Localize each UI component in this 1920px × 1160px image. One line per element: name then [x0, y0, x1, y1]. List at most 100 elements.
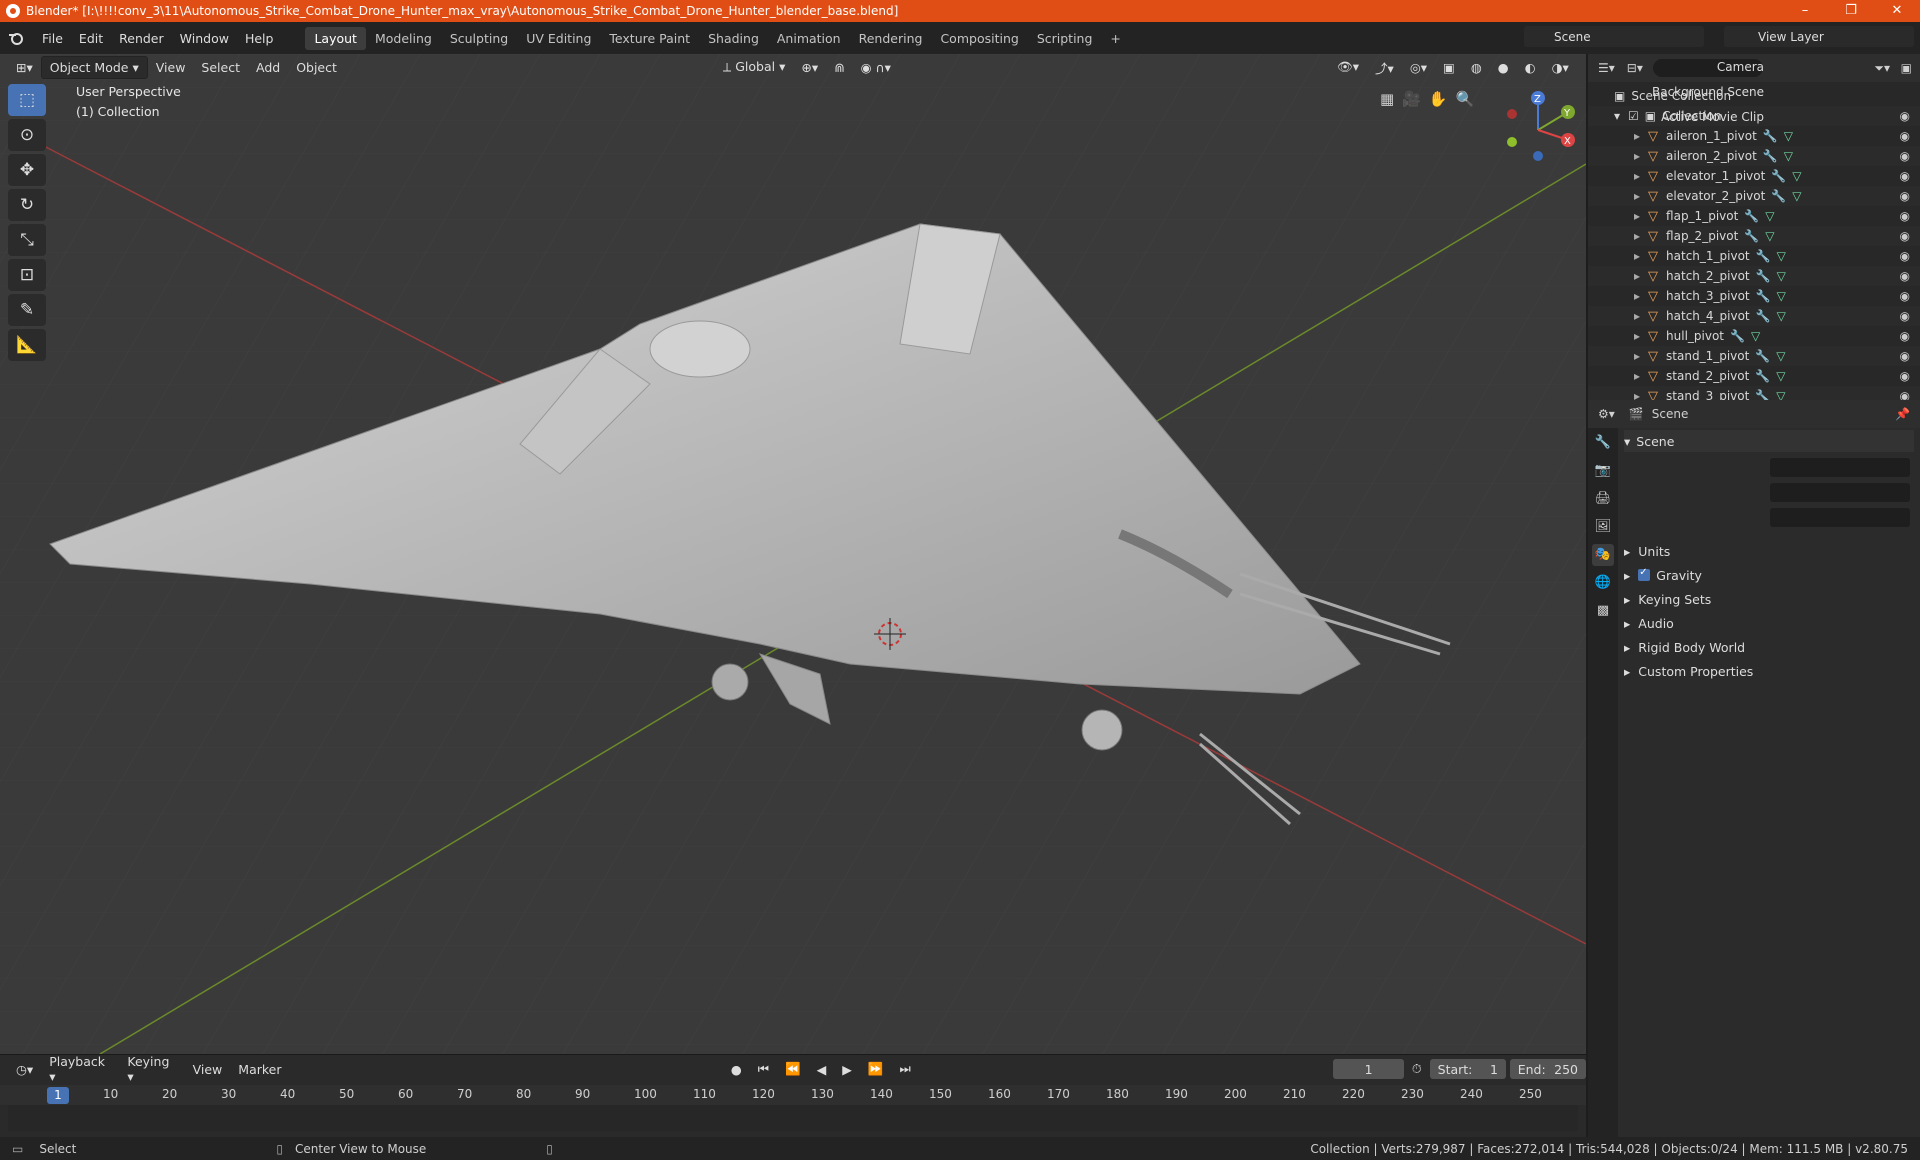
tool-tab-icon[interactable]: 🔧 [1592, 432, 1614, 454]
close-button[interactable]: ✕ [1874, 0, 1920, 22]
eye-icon[interactable]: ◉ [1900, 149, 1910, 163]
camera-field[interactable] [1770, 458, 1910, 477]
overlay-toggle-icon[interactable]: ◎▾ [1402, 57, 1435, 78]
restore-button[interactable]: ❐ [1828, 0, 1874, 22]
scene-tab-icon[interactable]: 🎭 [1592, 544, 1614, 566]
outliner-object-row[interactable]: ▸ ▽ aileron_1_pivot 🔧 ▽ ◉ [1588, 126, 1920, 146]
expand-icon[interactable]: ▸ [1634, 349, 1640, 363]
outliner-object-row[interactable]: ▸ ▽ hatch_4_pivot 🔧 ▽ ◉ [1588, 306, 1920, 326]
preview-range-icon[interactable]: ⏱ [1404, 1058, 1430, 1080]
expand-icon[interactable]: ▸ [1634, 169, 1640, 183]
expand-icon[interactable]: ▸ [1634, 249, 1640, 263]
eye-icon[interactable]: ◉ [1900, 249, 1910, 263]
annotate-tool-icon[interactable]: ✎ [8, 294, 46, 326]
menu-help[interactable]: Help [237, 31, 282, 46]
current-frame-field[interactable]: 1 [1333, 1059, 1404, 1079]
scene-selector[interactable]: Scene [1524, 26, 1704, 47]
cursor-tool-icon[interactable]: ⊙ [8, 119, 46, 151]
texture-tab-icon[interactable]: ▩ [1592, 600, 1614, 622]
outliner-object-row[interactable]: ▸ ▽ elevator_1_pivot 🔧 ▽ ◉ [1588, 166, 1920, 186]
outliner-object-row[interactable]: ▸ ▽ flap_2_pivot 🔧 ▽ ◉ [1588, 226, 1920, 246]
timeline-track[interactable] [8, 1105, 1578, 1131]
movie-clip-field[interactable] [1770, 508, 1910, 527]
expand-icon[interactable]: ▸ [1634, 149, 1640, 163]
expand-icon[interactable]: ▸ [1634, 269, 1640, 283]
proportional-edit-icon[interactable]: ◉ ∩▾ [853, 57, 899, 78]
menu-file[interactable]: File [34, 31, 71, 46]
tab-shading[interactable]: Shading [699, 27, 768, 50]
jump-start-icon[interactable]: ⏮ [750, 1058, 777, 1080]
tab-animation[interactable]: Animation [768, 27, 850, 50]
outliner-object-row[interactable]: ▸ ▽ hatch_3_pivot 🔧 ▽ ◉ [1588, 286, 1920, 306]
outliner-object-row[interactable]: ▸ ▽ stand_1_pivot 🔧 ▽ ◉ [1588, 346, 1920, 366]
outliner-object-row[interactable]: ▸ ▽ hull_pivot 🔧 ▽ ◉ [1588, 326, 1920, 346]
menu-object[interactable]: Object [288, 57, 345, 78]
3d-viewport[interactable]: ⊞▾ Object Mode ▾ View Select Add Object … [0, 54, 1586, 1054]
output-tab-icon[interactable]: 🖨 [1592, 488, 1614, 510]
transform-tool-icon[interactable]: ⊡ [8, 259, 46, 291]
scale-tool-icon[interactable]: ⤡ [8, 224, 46, 256]
eye-icon[interactable]: ◉ [1900, 269, 1910, 283]
pivot-icon[interactable]: ⊕▾ [793, 57, 826, 78]
visibility-icon[interactable]: 👁▾ [1329, 56, 1367, 78]
tab-rendering[interactable]: Rendering [850, 27, 932, 50]
outliner-object-row[interactable]: ▸ ▽ flap_1_pivot 🔧 ▽ ◉ [1588, 206, 1920, 226]
toggle-ortho-icon[interactable]: ▦ [1380, 90, 1394, 108]
pin-icon[interactable]: 📌 [1895, 407, 1910, 421]
eye-icon[interactable]: ◉ [1900, 349, 1910, 363]
menu-marker[interactable]: Marker [230, 1059, 289, 1080]
timeline-ruler[interactable]: 10 20 30 40 50 60 70 80 90 100 110 120 130 140 150 160 1… [0, 1085, 1586, 1105]
tab-layout[interactable]: Layout [305, 26, 366, 50]
shading-solid-icon[interactable]: ● [1490, 57, 1517, 78]
jump-end-icon[interactable]: ⏭ [891, 1058, 918, 1080]
outliner-object-row[interactable]: ▸ ▽ stand_2_pivot 🔧 ▽ ◉ [1588, 366, 1920, 386]
outliner-object-row[interactable]: ▸ ▽ aileron_2_pivot 🔧 ▽ ◉ [1588, 146, 1920, 166]
expand-icon[interactable]: ▸ [1634, 229, 1640, 243]
filter-icon[interactable]: ⏷▾ [1874, 61, 1890, 76]
scene-panel-header[interactable]: ▾ Scene [1624, 430, 1914, 452]
gizmo-toggle-icon[interactable]: ⤴▾ [1367, 55, 1402, 80]
gravity-checkbox[interactable] [1638, 567, 1651, 581]
timeline-editor-type-icon[interactable]: ◷▾ [8, 1059, 41, 1080]
tab-sculpting[interactable]: Sculpting [441, 27, 517, 50]
xray-icon[interactable]: ▣ [1435, 57, 1463, 78]
blender-menu-icon[interactable] [8, 30, 24, 46]
property-section[interactable]: ▸ Keying Sets [1624, 588, 1914, 610]
property-section[interactable]: ▸ Gravity [1624, 564, 1914, 586]
eye-icon[interactable]: ◉ [1900, 189, 1910, 203]
minimize-button[interactable]: – [1782, 0, 1828, 22]
play-icon[interactable]: ▶ [834, 1059, 860, 1080]
tab-uv-editing[interactable]: UV Editing [517, 27, 600, 50]
playhead-frame-label[interactable]: 1 [47, 1087, 69, 1104]
shading-wireframe-icon[interactable]: ◍ [1463, 57, 1490, 78]
transform-orientation-dropdown[interactable]: ⟂ Global ▾ [715, 56, 793, 78]
property-section[interactable]: ▸ Custom Properties [1624, 660, 1914, 682]
expand-icon[interactable]: ▸ [1634, 369, 1640, 383]
navigation-gizmo[interactable]: Z Y X [1498, 90, 1578, 170]
play-reverse-icon[interactable]: ◀ [809, 1059, 835, 1080]
outliner-object-row[interactable]: ▸ ▽ hatch_2_pivot 🔧 ▽ ◉ [1588, 266, 1920, 286]
shading-material-icon[interactable]: ◐ [1517, 57, 1544, 78]
property-section[interactable]: ▸ Audio [1624, 612, 1914, 634]
shading-rendered-icon[interactable]: ◑▾ [1544, 57, 1577, 78]
outliner-object-row[interactable]: ▸ ▽ elevator_2_pivot 🔧 ▽ ◉ [1588, 186, 1920, 206]
property-section[interactable]: ▸ Rigid Body World [1624, 636, 1914, 658]
tab-modeling[interactable]: Modeling [366, 27, 441, 50]
outliner-editor[interactable]: ☰▾ ⊟▾ ⏷▾ ▣ ▣ Scene Collection ▾ ☑ ▣ Coll… [1588, 54, 1920, 406]
view-layer-selector[interactable]: View Layer [1724, 26, 1914, 47]
menu-playback[interactable]: Playback ▾ [41, 1051, 119, 1087]
menu-render[interactable]: Render [111, 31, 172, 46]
end-frame-field[interactable]: End: 250 [1509, 1059, 1586, 1079]
eye-icon[interactable]: ◉ [1900, 109, 1910, 123]
eye-icon[interactable]: ◉ [1900, 309, 1910, 323]
record-icon[interactable]: ● [723, 1059, 750, 1080]
world-tab-icon[interactable]: 🌐 [1592, 572, 1614, 594]
eye-icon[interactable]: ◉ [1900, 209, 1910, 223]
measure-tool-icon[interactable]: 📐 [8, 329, 46, 361]
prev-keyframe-icon[interactable]: ⏪ [777, 1058, 809, 1080]
camera-view-icon[interactable]: 🎥 [1402, 90, 1421, 108]
tab-scripting[interactable]: Scripting [1028, 27, 1102, 50]
rotate-tool-icon[interactable]: ↻ [8, 189, 46, 221]
snap-icon[interactable]: ⋒ [826, 57, 852, 78]
expand-icon[interactable]: ▸ [1634, 129, 1640, 143]
